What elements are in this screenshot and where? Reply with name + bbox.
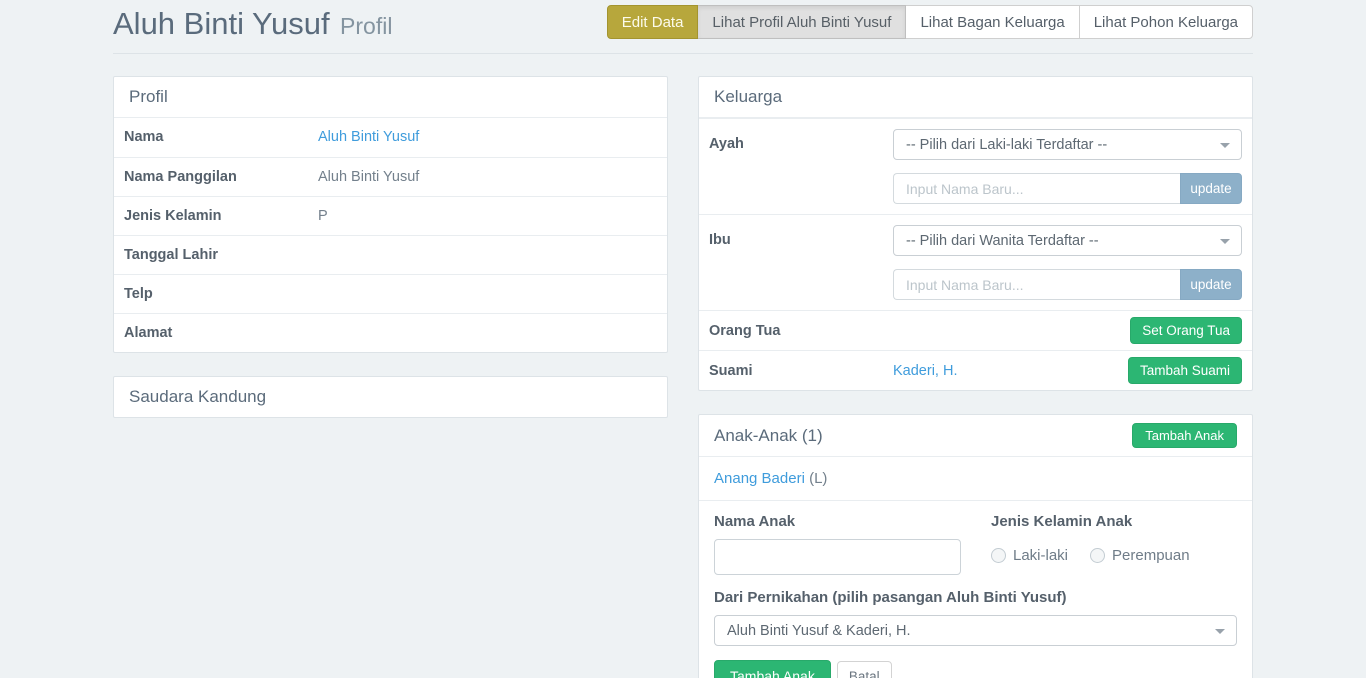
pernikahan-select[interactable]: Aluh Binti Yusuf & Kaderi, H. <box>714 615 1237 646</box>
row-value: P <box>308 197 667 235</box>
row-value: Aluh Binti Yusuf <box>308 118 667 157</box>
ibu-input-group: update <box>893 269 1242 300</box>
suami-row: Suami Kaderi, H. Tambah Suami <box>699 350 1252 390</box>
lihat-pohon-button[interactable]: Lihat Pohon Keluarga <box>1079 5 1253 39</box>
nama-link[interactable]: Aluh Binti Yusuf <box>318 129 419 145</box>
title-wrap: Aluh Binti Yusuf Profil <box>113 4 392 50</box>
orang-tua-row: Orang Tua Set Orang Tua <box>699 310 1252 350</box>
row-label: Jenis Kelamin <box>114 197 308 235</box>
page-header: Aluh Binti Yusuf Profil Edit Data Lihat … <box>113 0 1253 54</box>
child-gender-suffix: (L) <box>805 470 828 487</box>
anak-card-title: Anak-Anak (1) <box>714 426 823 446</box>
ayah-name-input[interactable] <box>893 173 1180 204</box>
lihat-bagan-button[interactable]: Lihat Bagan Keluarga <box>905 5 1079 39</box>
profil-card-header: Profil <box>114 77 667 118</box>
row-label: Telp <box>114 275 308 313</box>
chevron-down-icon <box>1215 629 1225 634</box>
child-list-item: Anang Baderi (L) <box>699 457 1252 501</box>
batal-button[interactable]: Batal <box>837 661 892 678</box>
keluarga-card-title: Keluarga <box>714 87 782 107</box>
row-value <box>308 314 667 352</box>
ayah-input-group: update <box>893 173 1242 204</box>
jenis-kelamin-anak-label: Jenis Kelamin Anak <box>991 513 1237 531</box>
jenis-kelamin-column: Jenis Kelamin Anak Laki-laki Perempuan <box>991 513 1237 575</box>
suami-value: Kaderi, H. <box>893 362 1128 380</box>
saudara-kandung-title: Saudara Kandung <box>129 387 266 407</box>
ayah-label: Ayah <box>709 129 893 153</box>
edit-data-button[interactable]: Edit Data <box>607 5 699 39</box>
header-button-group: Edit Data Lihat Profil Aluh Binti Yusuf … <box>607 5 1253 39</box>
add-child-form: Nama Anak Jenis Kelamin Anak Laki-laki <box>699 501 1252 678</box>
suami-label: Suami <box>709 362 893 380</box>
orang-tua-label: Orang Tua <box>709 322 893 340</box>
ayah-update-button[interactable]: update <box>1180 173 1242 204</box>
ibu-controls: -- Pilih dari Wanita Terdaftar -- update <box>893 225 1242 300</box>
ibu-select[interactable]: -- Pilih dari Wanita Terdaftar -- <box>893 225 1242 256</box>
profil-card-title: Profil <box>129 87 168 107</box>
radio-perempuan-input[interactable] <box>1090 548 1105 563</box>
pernikahan-label: Dari Pernikahan (pilih pasangan Aluh Bin… <box>714 589 1237 607</box>
tambah-anak-submit-button[interactable]: Tambah Anak <box>714 660 831 678</box>
pernikahan-select-value: Aluh Binti Yusuf & Kaderi, H. <box>727 623 911 639</box>
tambah-suami-button[interactable]: Tambah Suami <box>1128 357 1242 384</box>
radio-laki-laki-label: Laki-laki <box>1013 547 1068 564</box>
ibu-update-button[interactable]: update <box>1180 269 1242 300</box>
row-label: Nama <box>114 118 308 157</box>
page-title: Aluh Binti Yusuf <box>113 6 330 41</box>
left-column: Profil Nama Aluh Binti Yusuf Nama Panggi… <box>113 76 668 678</box>
ibu-label: Ibu <box>709 225 893 249</box>
table-row-alamat: Alamat <box>114 313 667 352</box>
form-actions: Tambah Anak Batal <box>714 660 1237 678</box>
suami-link[interactable]: Kaderi, H. <box>893 363 957 379</box>
ayah-controls: -- Pilih dari Laki-laki Terdaftar -- upd… <box>893 129 1242 204</box>
child-name-link[interactable]: Anang Baderi <box>714 470 805 487</box>
page-container: Aluh Binti Yusuf Profil Edit Data Lihat … <box>113 0 1253 678</box>
row-label: Tanggal Lahir <box>114 236 308 274</box>
gender-radio-group: Laki-laki Perempuan <box>991 547 1237 564</box>
row-value <box>308 275 667 313</box>
ibu-name-input[interactable] <box>893 269 1180 300</box>
profil-card: Profil Nama Aluh Binti Yusuf Nama Panggi… <box>113 76 668 353</box>
ayah-row: Ayah -- Pilih dari Laki-laki Terdaftar -… <box>699 118 1252 214</box>
lihat-profil-button[interactable]: Lihat Profil Aluh Binti Yusuf <box>697 5 906 39</box>
radio-perempuan[interactable]: Perempuan <box>1090 547 1190 564</box>
nama-anak-label: Nama Anak <box>714 513 991 531</box>
table-row-nama: Nama Aluh Binti Yusuf <box>114 118 667 157</box>
tambah-anak-header-button[interactable]: Tambah Anak <box>1132 423 1237 448</box>
table-row-tanggal-lahir: Tanggal Lahir <box>114 235 667 274</box>
radio-laki-laki[interactable]: Laki-laki <box>991 547 1068 564</box>
saudara-kandung-header: Saudara Kandung <box>114 377 667 417</box>
radio-laki-laki-input[interactable] <box>991 548 1006 563</box>
ayah-select-value: -- Pilih dari Laki-laki Terdaftar -- <box>906 137 1107 153</box>
anak-card-header: Anak-Anak (1) Tambah Anak <box>699 415 1252 457</box>
row-label: Nama Panggilan <box>114 158 308 196</box>
nama-anak-input[interactable] <box>714 539 961 575</box>
saudara-kandung-card: Saudara Kandung <box>113 376 668 418</box>
table-row-jenis-kelamin: Jenis Kelamin P <box>114 196 667 235</box>
ayah-select[interactable]: -- Pilih dari Laki-laki Terdaftar -- <box>893 129 1242 160</box>
row-value: Aluh Binti Yusuf <box>308 158 667 196</box>
keluarga-card-header: Keluarga <box>699 77 1252 118</box>
chevron-down-icon <box>1220 239 1230 244</box>
nama-anak-column: Nama Anak <box>714 513 991 575</box>
row-label: Alamat <box>114 314 308 352</box>
pernikahan-section: Dari Pernikahan (pilih pasangan Aluh Bin… <box>714 589 1237 646</box>
anak-card: Anak-Anak (1) Tambah Anak Anang Baderi (… <box>698 414 1253 678</box>
right-column: Keluarga Ayah -- Pilih dari Laki-laki Te… <box>698 76 1253 678</box>
chevron-down-icon <box>1220 143 1230 148</box>
radio-perempuan-label: Perempuan <box>1112 547 1190 564</box>
row-value <box>308 236 667 274</box>
ibu-select-value: -- Pilih dari Wanita Terdaftar -- <box>906 233 1099 249</box>
set-orang-tua-button[interactable]: Set Orang Tua <box>1130 317 1242 344</box>
table-row-panggilan: Nama Panggilan Aluh Binti Yusuf <box>114 157 667 196</box>
ibu-row: Ibu -- Pilih dari Wanita Terdaftar -- up… <box>699 214 1252 310</box>
page-subtitle: Profil <box>340 13 392 39</box>
keluarga-card: Keluarga Ayah -- Pilih dari Laki-laki Te… <box>698 76 1253 391</box>
table-row-telp: Telp <box>114 274 667 313</box>
